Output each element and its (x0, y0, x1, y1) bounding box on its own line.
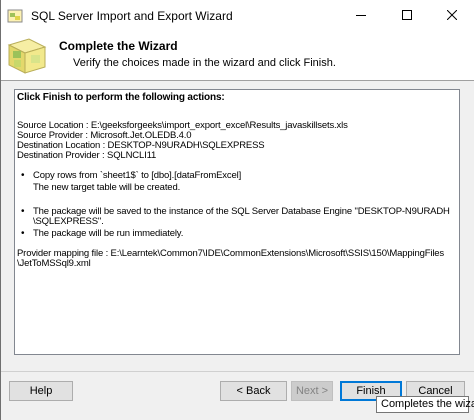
wizard-window: SQL Server Import and Export Wizard Comp… (0, 0, 474, 420)
action-run-package: The package will be run immediately. (33, 228, 184, 239)
title-bar[interactable]: SQL Server Import and Export Wizard (1, 0, 474, 32)
next-button[interactable]: Next > (291, 381, 333, 401)
help-button[interactable]: Help (9, 381, 73, 401)
destination-provider: Destination Provider : SQLNCLI11 (17, 150, 157, 161)
maximize-button[interactable] (384, 0, 430, 32)
summary-textbox[interactable]: Click Finish to perform the following ac… (14, 89, 460, 355)
close-icon (446, 9, 458, 23)
back-button[interactable]: < Back (220, 381, 287, 401)
wizard-header: Complete the Wizard Verify the choices m… (1, 32, 474, 81)
page-title: Complete the Wizard (59, 39, 178, 53)
bullet-icon: • (21, 170, 25, 181)
minimize-button[interactable] (338, 0, 384, 32)
minimize-icon (356, 10, 366, 23)
close-button[interactable] (429, 0, 474, 32)
page-subtitle: Verify the choices made in the wizard an… (73, 57, 336, 69)
maximize-icon (402, 9, 412, 23)
bullet-icon: • (21, 206, 25, 217)
provider-mapping-file-cont: \JetToMSSql9.xml (17, 258, 91, 269)
sql-server-wizard-icon (7, 8, 23, 24)
summary-heading: Click Finish to perform the following ac… (17, 92, 225, 103)
window-title: SQL Server Import and Export Wizard (31, 9, 233, 23)
action-save-package-cont: \SQLEXPRESS". (33, 216, 104, 227)
bullet-icon: • (21, 228, 25, 239)
finish-tooltip: Completes the wizard (376, 396, 474, 413)
wizard-icon (5, 35, 49, 77)
button-separator (1, 371, 474, 372)
action-create-table: The new target table will be created. (33, 182, 181, 193)
action-copy-rows: Copy rows from `sheet1$` to [dbo].[dataF… (33, 170, 242, 181)
